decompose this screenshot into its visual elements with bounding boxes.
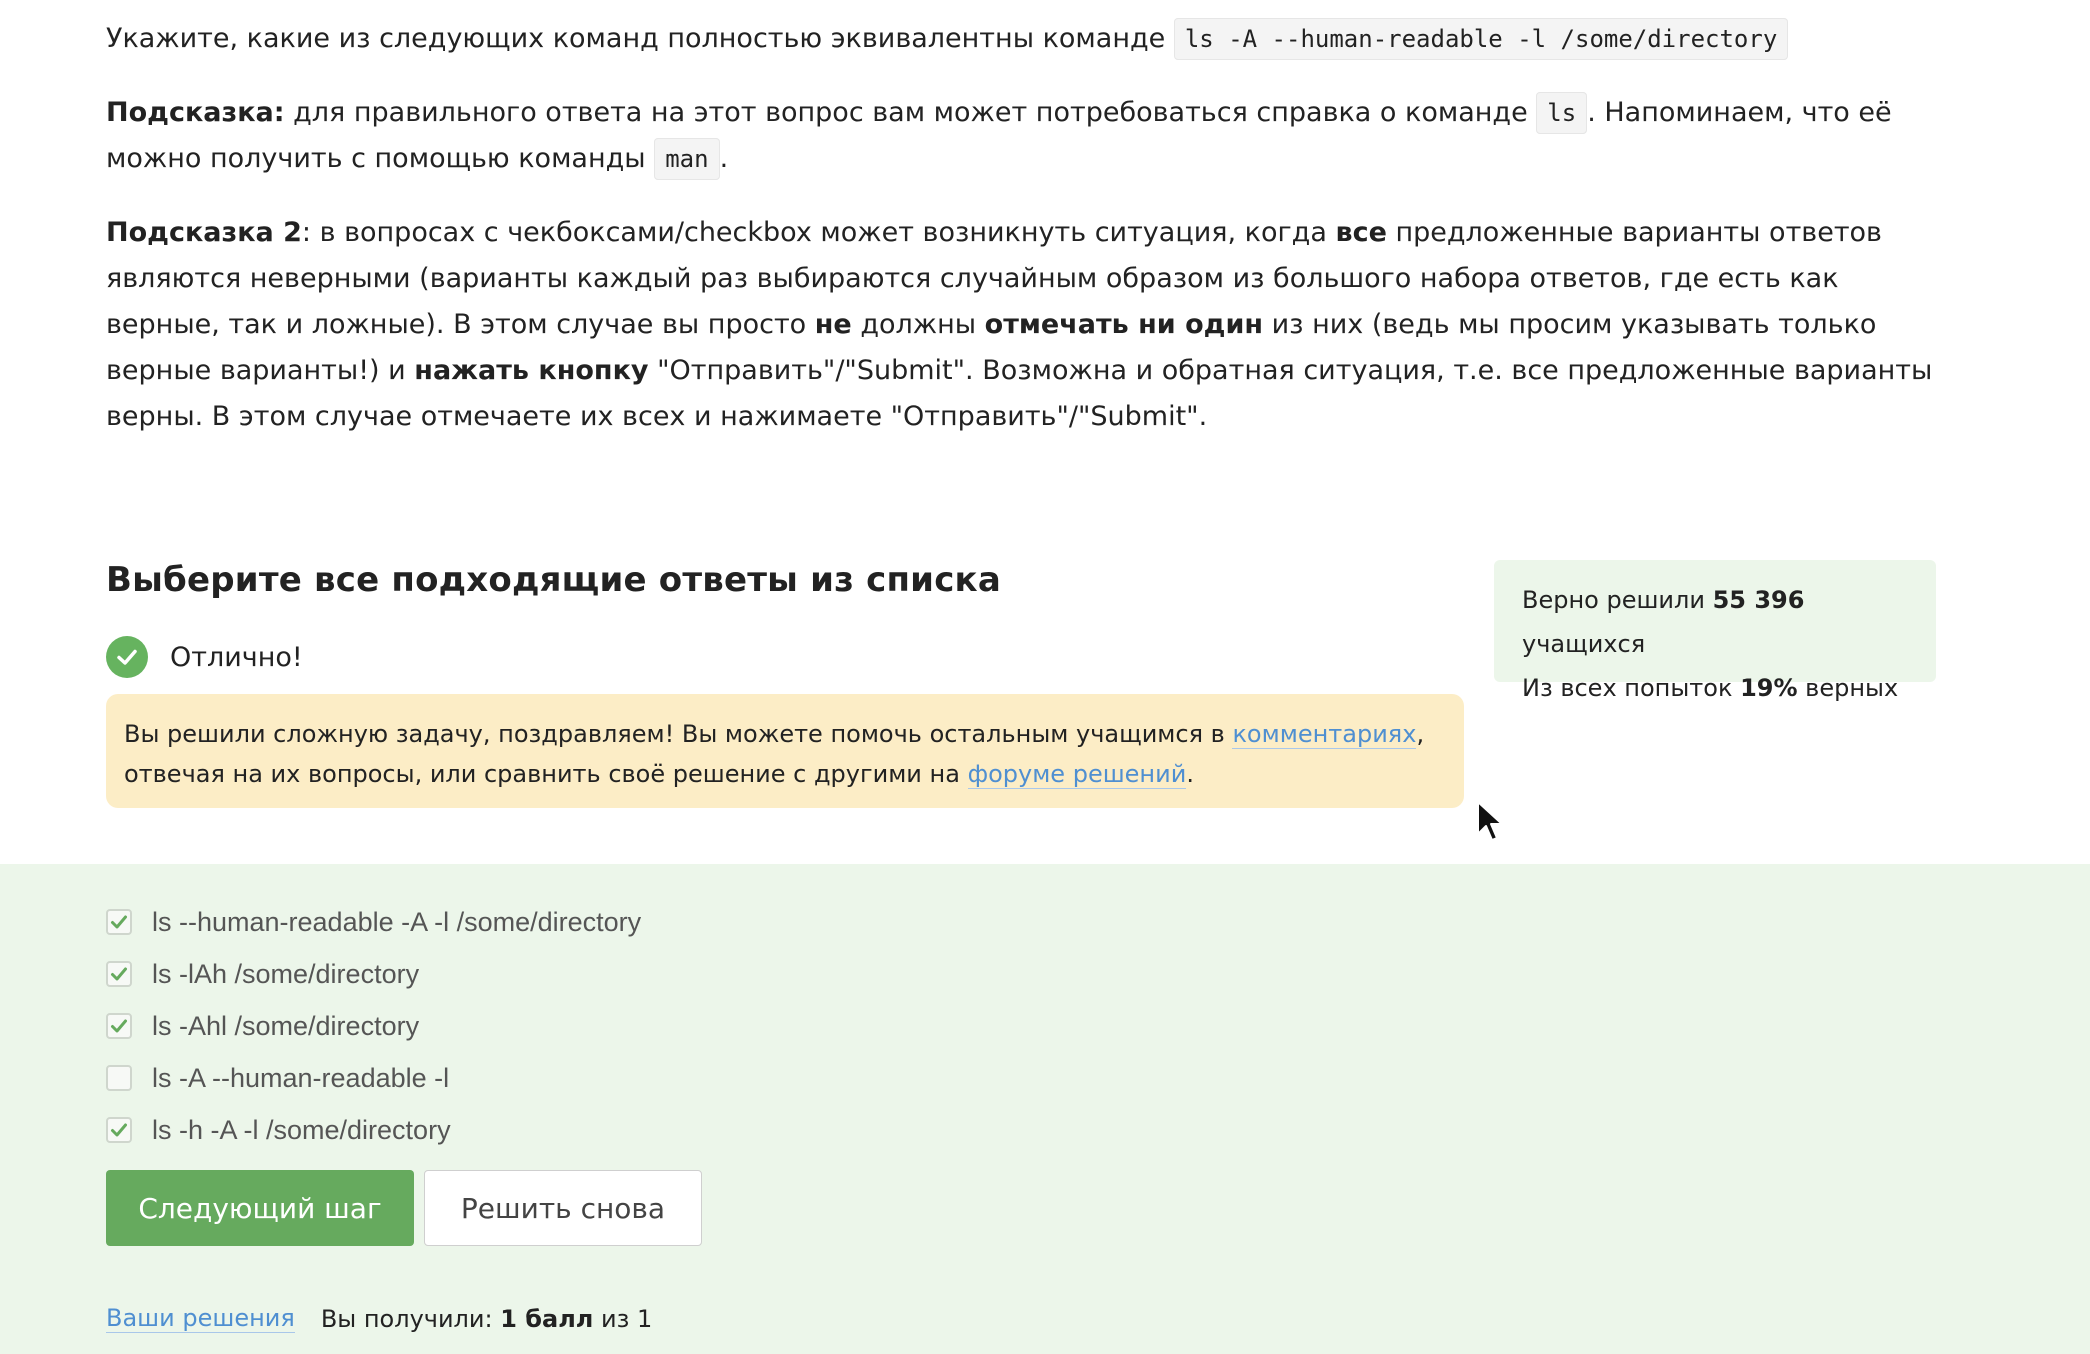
checkbox[interactable] xyxy=(106,909,132,935)
hint2-bold: все xyxy=(1335,217,1387,248)
congrats-text: . xyxy=(1186,760,1194,788)
option-item[interactable]: ls -lAh /some/directory xyxy=(106,948,641,1000)
your-solutions-link[interactable]: Ваши решения xyxy=(106,1304,295,1333)
congrats-text: Вы решили сложную задачу, поздравляем! В… xyxy=(124,720,1233,748)
check-circle-icon xyxy=(106,636,148,678)
intro-text: Укажите, какие из следующих команд полно… xyxy=(106,23,1166,54)
option-label: ls -A --human-readable -l xyxy=(152,1062,450,1093)
hint-1: Подсказка: для правильного ответа на это… xyxy=(106,90,1946,182)
stat-value: 55 396 xyxy=(1712,586,1805,614)
hint2-label: Подсказка 2 xyxy=(106,217,302,248)
stats-panel: Верно решили 55 396 учащихся Из всех поп… xyxy=(1494,560,1936,702)
hint2-bold: нажать кнопку xyxy=(414,355,649,386)
comments-link[interactable]: комментариях xyxy=(1232,720,1417,749)
option-label: ls -Ahl /some/directory xyxy=(152,1010,420,1041)
hint2-bold: не xyxy=(814,309,852,340)
checkmark-icon xyxy=(111,1123,127,1137)
question-intro: Укажите, какие из следующих команд полно… xyxy=(106,16,1789,62)
checkmark-icon xyxy=(111,1019,127,1033)
stat-text: Верно решили xyxy=(1522,586,1713,614)
hint2-bold: отмечать ни один xyxy=(984,309,1264,340)
success-rate: Из всех попыток 19% верных xyxy=(1522,666,1908,710)
man-code: man xyxy=(654,138,720,180)
checkbox[interactable] xyxy=(106,1013,132,1039)
mouse-cursor-icon xyxy=(1476,800,1504,848)
command-code: ls -A --human-readable -l /some/director… xyxy=(1173,18,1789,60)
footer-bar: Ваши решения Вы получили: 1 балл из 1 xyxy=(106,1304,652,1333)
score-value: 1 балл xyxy=(500,1304,594,1333)
option-item[interactable]: ls -h -A -l /some/directory xyxy=(106,1104,641,1156)
options-list: ls --human-readable -A -l /some/director… xyxy=(106,896,641,1156)
checkbox[interactable] xyxy=(106,961,132,987)
option-label: ls --human-readable -A -l /some/director… xyxy=(152,906,642,937)
hint-2: Подсказка 2: в вопросах с чекбоксами/che… xyxy=(106,210,1946,440)
status-row: Отлично! xyxy=(106,636,303,678)
option-label: ls -h -A -l /some/directory xyxy=(152,1114,451,1145)
stat-text: верных xyxy=(1797,674,1899,702)
option-label: ls -lAh /some/directory xyxy=(152,958,420,989)
option-item[interactable]: ls --human-readable -A -l /some/director… xyxy=(106,896,641,948)
stat-text: учащихся xyxy=(1522,630,1646,658)
checkbox[interactable] xyxy=(106,1117,132,1143)
congrats-banner: Вы решили сложную задачу, поздравляем! В… xyxy=(106,694,1464,808)
hint1-end: . xyxy=(719,143,729,174)
hint2-text: : в вопросах с чекбоксами/checkbox может… xyxy=(301,217,1336,248)
next-step-button[interactable]: Следующий шаг xyxy=(106,1170,414,1246)
solved-count: Верно решили 55 396 учащихся xyxy=(1522,578,1908,666)
solve-again-button[interactable]: Решить снова xyxy=(424,1170,702,1246)
ls-code: ls xyxy=(1536,92,1588,134)
hint1-text: для правильного ответа на этот вопрос ва… xyxy=(284,97,1537,128)
score-suffix: из 1 xyxy=(593,1304,653,1333)
stat-text: Из всех попыток xyxy=(1522,674,1741,702)
checkbox[interactable] xyxy=(106,1065,132,1091)
score-text: Вы получили: 1 балл из 1 xyxy=(321,1305,652,1333)
hint1-label: Подсказка: xyxy=(106,97,285,128)
checkmark-icon xyxy=(111,915,127,929)
checkmark-icon xyxy=(111,967,127,981)
task-title: Выберите все подходящие ответы из списка xyxy=(106,560,1001,600)
option-item[interactable]: ls -A --human-readable -l xyxy=(106,1052,641,1104)
status-text: Отлично! xyxy=(170,641,303,673)
hint2-text: должны xyxy=(851,309,985,340)
score-prefix: Вы получили: xyxy=(320,1304,501,1333)
solutions-forum-link[interactable]: форуме решений xyxy=(967,760,1187,789)
stat-value: 19% xyxy=(1740,674,1798,702)
answers-area: ls --human-readable -A -l /some/director… xyxy=(0,864,2090,1354)
option-item[interactable]: ls -Ahl /some/directory xyxy=(106,1000,641,1052)
